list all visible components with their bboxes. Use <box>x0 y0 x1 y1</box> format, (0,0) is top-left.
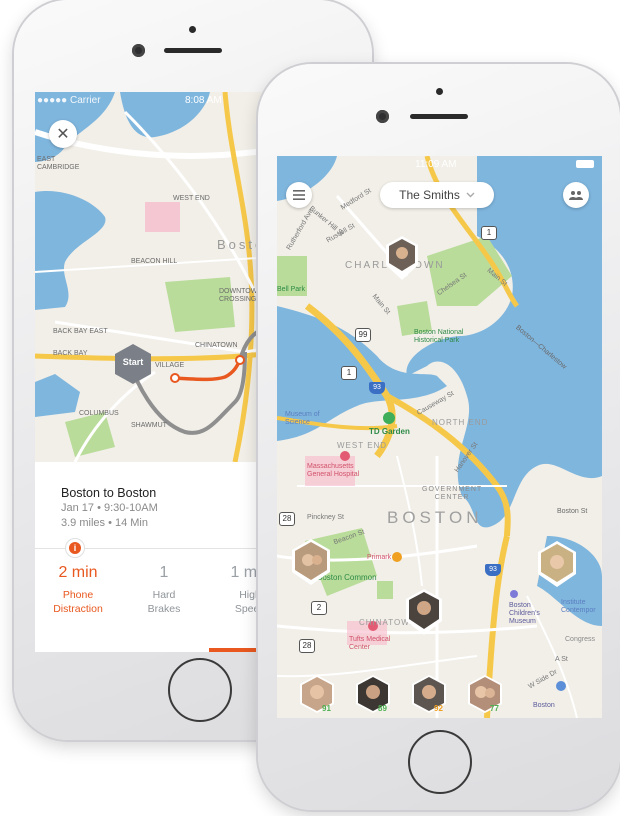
map-label-boston: BOSTON <box>387 508 483 527</box>
member-location-pin[interactable] <box>291 538 331 586</box>
members-button[interactable] <box>563 182 589 208</box>
route-shield: 2 <box>311 601 327 615</box>
member-location-pin[interactable] <box>385 235 419 281</box>
member-score: 91 <box>322 704 331 713</box>
map-label-bell-park: Bell Park <box>277 286 306 293</box>
home-button[interactable] <box>168 658 232 722</box>
map-label-north-end: NORTH END <box>432 418 489 427</box>
member-score: 77 <box>490 704 499 713</box>
trip-title: Boston to Boston <box>61 486 157 500</box>
people-icon <box>569 191 583 200</box>
route-shield: 28 <box>279 512 295 526</box>
route-shield: 1 <box>481 226 497 240</box>
status-bar: 11:09 AM <box>277 156 602 172</box>
close-button[interactable]: ✕ <box>49 120 77 148</box>
trip-date: Jan 17 • 9:30-10AM <box>61 502 158 514</box>
stat-label: Hard Brakes <box>147 589 181 615</box>
home-button[interactable] <box>408 730 472 794</box>
map-label-downtown-crossing: DOWNTOWN CROSSING <box>219 288 263 303</box>
route-shield: 99 <box>355 328 371 342</box>
stat-value: 2 min <box>58 564 98 581</box>
family-map-screen: CHARLESTOWN NORTH END WEST END GOVERNMEN… <box>277 156 602 718</box>
map-label-childrens-museum: Boston Children's Museum <box>509 602 540 625</box>
map-label-west-end: WEST END <box>337 441 388 450</box>
map-label-institute: Institute Contempor <box>561 599 596 614</box>
map-label-mass-general: Massachusetts General Hospital <box>307 463 360 478</box>
member-location-pin[interactable] <box>405 588 443 636</box>
map-label-primark: Primark <box>367 554 392 561</box>
status-time: 11:09 AM <box>415 158 457 170</box>
alert-icon: i <box>69 542 81 554</box>
route-shield: 93 <box>485 564 501 576</box>
start-label: Start <box>122 357 144 367</box>
stat-phone-distraction[interactable]: 2 min Phone Distraction <box>35 564 121 616</box>
map-label-back-bay-east: BACK BAY EAST <box>53 328 108 335</box>
map-label-td-garden: TD Garden <box>369 427 410 436</box>
stat-value: 1 <box>159 564 169 581</box>
family-selector[interactable]: The Smiths <box>380 182 494 208</box>
route-shield: 93 <box>369 382 385 394</box>
map-label-west-end: WEST END <box>173 195 210 202</box>
map-label-east-cambridge: EAST CAMBRIDGE <box>37 156 80 171</box>
carrier-label: ●●●●● Carrier <box>37 94 101 106</box>
member-location-pin[interactable] <box>537 540 577 588</box>
stat-hard-brakes[interactable]: 1 Hard Brakes <box>129 564 199 616</box>
map-label-historical-park: Boston National Historical Park <box>414 329 464 344</box>
battery-icon <box>576 160 594 168</box>
trip-distance: 3.9 miles • 14 Min <box>61 517 148 529</box>
map-label-tufts: Tufts Medical Center <box>349 636 391 651</box>
map-label-government-center: GOVERNMENT CENTER <box>422 486 483 501</box>
timeline-event-marker[interactable]: i <box>65 538 85 558</box>
member-score: 89 <box>378 704 387 713</box>
map-label-a-st: A St <box>555 656 568 663</box>
member-bar: 91 89 92 77 <box>277 670 602 718</box>
route-shield: 28 <box>299 639 315 653</box>
map-label-chinatown: CHINATOWN <box>195 342 238 349</box>
proximity-sensor <box>436 88 443 95</box>
family-name: The Smiths <box>399 188 460 202</box>
map-label-pinckney-st: Pinckney St <box>307 514 344 521</box>
stat-label: Phone Distraction <box>53 589 103 615</box>
close-icon: ✕ <box>56 126 70 143</box>
map-label-back-bay: BACK BAY <box>53 350 88 357</box>
earpiece-speaker <box>410 114 468 119</box>
front-phone: CHARLESTOWN NORTH END WEST END GOVERNMEN… <box>258 64 620 810</box>
menu-button[interactable] <box>286 182 312 208</box>
map-label-congress: Congress <box>565 636 595 643</box>
hamburger-icon <box>293 190 305 200</box>
earpiece-speaker <box>164 48 222 53</box>
chevron-down-icon <box>466 192 475 198</box>
status-time: 8:08 AM <box>185 94 222 106</box>
member-score: 92 <box>434 704 443 713</box>
map-label-columbus: COLUMBUS <box>79 410 119 417</box>
front-camera <box>376 110 389 123</box>
map-label-village: VILLAGE <box>155 362 185 369</box>
proximity-sensor <box>189 26 196 33</box>
map-label-boston-st: Boston St <box>557 508 588 515</box>
front-camera <box>132 44 145 57</box>
map-label-museum-of-science: Museum of Science <box>285 411 320 426</box>
route-shield: 1 <box>341 366 357 380</box>
map-label-shawmut: SHAWMUT <box>131 422 167 429</box>
map-label-beacon-hill: BEACON HILL <box>131 258 178 265</box>
